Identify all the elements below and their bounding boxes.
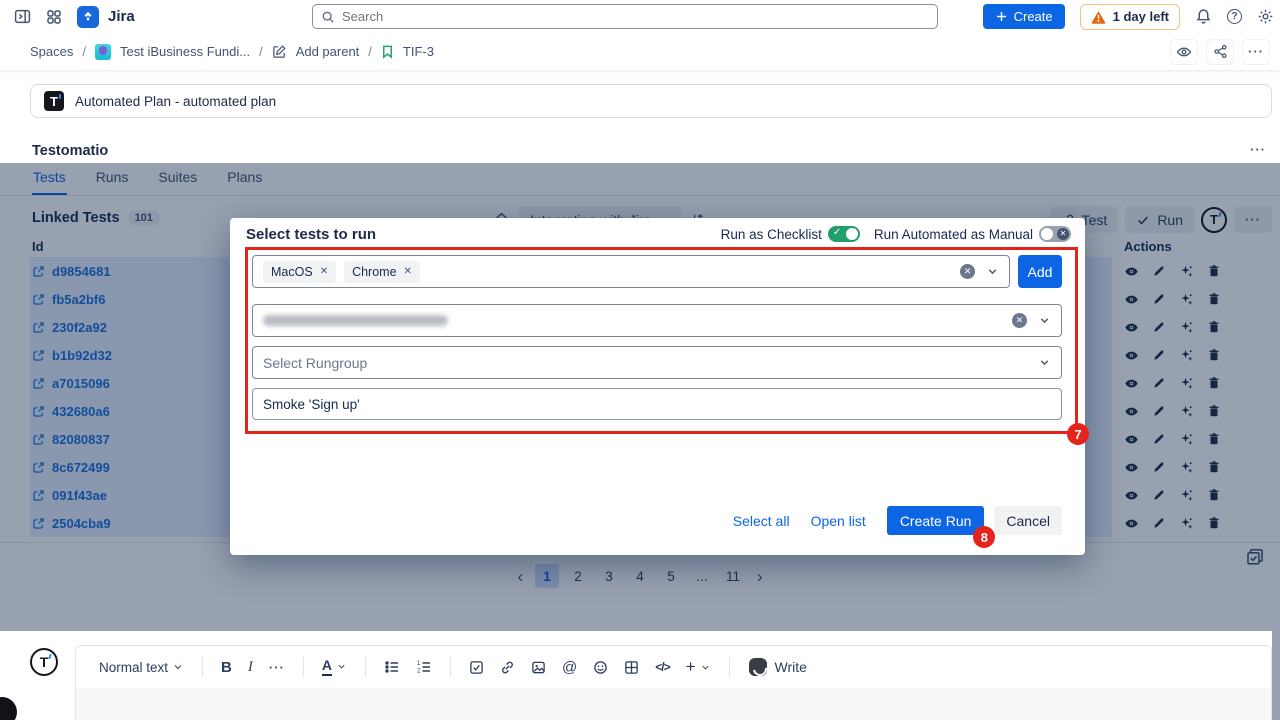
rungroup-select-field[interactable]: Select Rungroup <box>252 346 1062 379</box>
tags-multiselect-field[interactable]: MacOS✕ Chrome✕ ✕ <box>252 255 1010 288</box>
bold-icon[interactable]: B <box>216 655 237 680</box>
code-block-icon[interactable]: </> <box>650 656 674 678</box>
run-automated-as-manual-toggle[interactable]: ✕ <box>1039 226 1071 242</box>
share-icon[interactable] <box>1206 39 1234 65</box>
annotation-step-8: 8 <box>973 526 995 548</box>
clear-field-icon[interactable]: ✕ <box>1012 313 1027 328</box>
open-list-link[interactable]: Open list <box>811 513 866 529</box>
chevron-down-icon[interactable] <box>1038 314 1051 327</box>
breadcrumb-project[interactable]: Test iBusiness Fundi... <box>120 44 250 59</box>
rungroup-placeholder: Select Rungroup <box>263 355 367 371</box>
chevron-down-icon[interactable] <box>1038 356 1051 369</box>
task-checkbox-icon[interactable] <box>464 656 489 679</box>
testomatio-logo-icon: T <box>44 91 64 111</box>
run-title-value: Smoke 'Sign up' <box>263 397 360 412</box>
insert-link-icon[interactable] <box>495 656 520 679</box>
editor-toolbar: Normal text B I ··· A 12 <box>76 646 1271 688</box>
sidebar-toggle-icon[interactable] <box>14 8 31 25</box>
more-actions-icon[interactable]: ··· <box>1242 39 1270 65</box>
remove-tag-icon[interactable]: ✕ <box>320 266 328 277</box>
comment-editor-section: T Normal text B I ··· A <box>0 631 1280 720</box>
scrollbar-track[interactable] <box>1272 631 1280 720</box>
trial-days-left-badge[interactable]: 1 day left <box>1080 4 1180 30</box>
cancel-button[interactable]: Cancel <box>994 506 1062 535</box>
run-as-checklist-toggle[interactable]: ✓ <box>828 226 860 242</box>
run-title-input[interactable]: Smoke 'Sign up' <box>252 388 1062 420</box>
top-navigation-bar: Jira Create 1 day left ? <box>0 0 1280 33</box>
breadcrumb-issue-key[interactable]: TIF-3 <box>403 44 434 59</box>
chevron-down-icon <box>336 661 347 672</box>
watch-eye-icon[interactable] <box>1170 39 1198 65</box>
svg-text:1: 1 <box>417 661 421 667</box>
breadcrumb-add-parent[interactable]: Add parent <box>296 44 360 59</box>
testomatio-heading: Testomatio <box>32 143 108 159</box>
plan-card-title: Automated Plan - automated plan <box>75 94 276 109</box>
add-tag-button[interactable]: Add <box>1018 255 1062 288</box>
edit-icon <box>272 44 287 59</box>
global-search[interactable] <box>312 4 938 29</box>
tag-chip[interactable]: Chrome✕ <box>344 261 420 283</box>
automated-plan-card[interactable]: T Automated Plan - automated plan <box>30 84 1272 118</box>
italic-icon[interactable]: I <box>243 655 258 680</box>
ai-write-button[interactable]: Write <box>749 658 807 676</box>
more-formatting-icon[interactable]: ··· <box>264 656 290 679</box>
search-input[interactable] <box>342 9 929 24</box>
create-run-button[interactable]: Create Run 8 <box>887 506 985 535</box>
annotation-step-7: 7 <box>1067 423 1089 445</box>
insert-more-plus-icon[interactable]: + <box>681 653 716 681</box>
chevron-down-icon[interactable] <box>986 265 999 278</box>
breadcrumb: Spaces / Test iBusiness Fundi... / Add p… <box>30 44 434 60</box>
breadcrumb-bar: Spaces / Test iBusiness Fundi... / Add p… <box>0 33 1280 71</box>
clipped-floating-logo <box>0 697 17 720</box>
modal-title: Select tests to run <box>246 226 376 243</box>
bookmark-icon <box>381 45 394 59</box>
insert-table-icon[interactable] <box>619 656 644 679</box>
select-all-link[interactable]: Select all <box>733 513 790 529</box>
jira-logo-icon[interactable] <box>77 6 99 28</box>
editor-content-area[interactable] <box>76 688 1271 720</box>
space-avatar-icon <box>95 44 111 60</box>
environment-select-field[interactable]: ✕ <box>252 304 1062 337</box>
select-tests-modal: Select tests to run Run as Checklist ✓ R… <box>230 218 1085 555</box>
text-style-dropdown[interactable]: Normal text <box>94 656 189 679</box>
tag-chip[interactable]: MacOS✕ <box>263 261 336 283</box>
create-button[interactable]: Create <box>983 4 1065 29</box>
insert-image-icon[interactable] <box>526 656 551 679</box>
testomatio-floating-logo-icon[interactable]: T <box>30 648 58 676</box>
svg-text:2: 2 <box>417 669 421 675</box>
jira-page: Jira Create 1 day left ? <box>0 0 1280 720</box>
chevron-down-icon <box>172 661 184 673</box>
ai-write-icon <box>749 658 767 676</box>
text-color-icon[interactable]: A <box>317 654 352 679</box>
search-icon <box>321 10 335 24</box>
mention-icon[interactable]: @ <box>557 655 582 680</box>
run-automated-as-manual-label: Run Automated as Manual <box>874 227 1033 242</box>
chevron-down-icon <box>700 662 711 673</box>
testomatio-more-icon[interactable]: ··· <box>1250 142 1266 157</box>
app-name: Jira <box>108 8 135 25</box>
bullet-list-icon[interactable] <box>379 655 405 679</box>
breadcrumb-spaces[interactable]: Spaces <box>30 44 73 59</box>
settings-gear-icon[interactable] <box>1257 8 1274 25</box>
notifications-bell-icon[interactable] <box>1195 8 1212 25</box>
help-icon[interactable]: ? <box>1227 9 1242 24</box>
warning-icon <box>1091 10 1106 24</box>
app-switcher-icon[interactable] <box>46 9 62 25</box>
run-as-checklist-label: Run as Checklist <box>721 227 822 242</box>
clear-field-icon[interactable]: ✕ <box>960 264 975 279</box>
numbered-list-icon[interactable]: 12 <box>411 655 437 679</box>
redacted-value <box>263 315 448 326</box>
rich-text-editor[interactable]: Normal text B I ··· A 12 <box>75 645 1272 720</box>
emoji-icon[interactable] <box>588 656 613 679</box>
remove-tag-icon[interactable]: ✕ <box>404 266 412 277</box>
